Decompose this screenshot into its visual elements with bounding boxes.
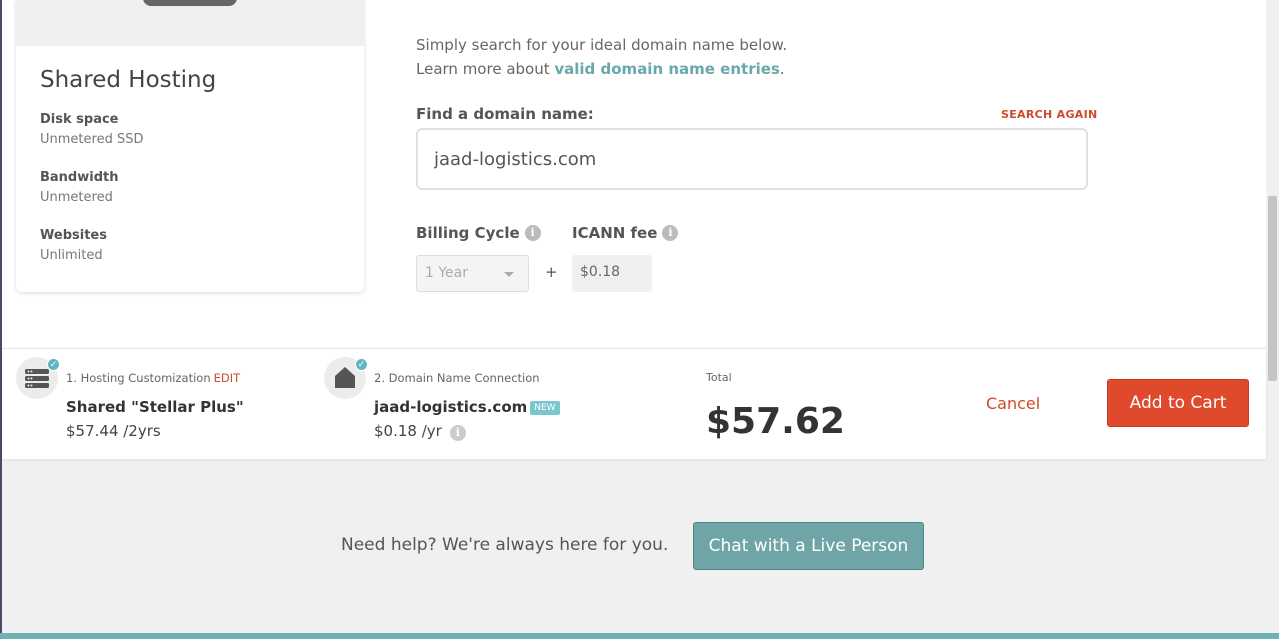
spec-websites: Websites Unlimited: [40, 228, 107, 263]
chevron-down-icon: [504, 272, 514, 277]
icann-fee-value: $0.18: [580, 264, 621, 280]
hosting-plan-card: Shared Hosting Disk space Unmetered SSD …: [16, 0, 364, 292]
spec-disk-space: Disk space Unmetered SSD: [40, 112, 143, 147]
check-icon: ✓: [47, 358, 60, 371]
domain-name-text: jaad-logistics.com: [374, 398, 528, 416]
icann-fee-field: $0.18: [572, 255, 652, 292]
find-domain-label: Find a domain name:: [416, 105, 594, 123]
intro-suffix: .: [779, 60, 785, 78]
spec-bandwidth: Bandwidth Unmetered: [40, 170, 118, 205]
hosting-plan-name: Shared "Stellar Plus": [66, 398, 244, 416]
total-label: Total: [706, 371, 732, 384]
icann-fee-label: ICANN fee i: [572, 224, 679, 242]
total-value: $57.62: [706, 401, 845, 442]
card-header-area: [16, 0, 364, 46]
domain-name-summary: jaad-logistics.com NEW: [374, 398, 560, 416]
spec-value: Unmetered SSD: [40, 132, 144, 147]
intro-line-2: Learn more about valid domain name entri…: [416, 57, 787, 81]
billing-cycle-value: 1 Year: [425, 265, 468, 281]
check-icon: ✓: [355, 358, 368, 371]
domain-search-input[interactable]: [416, 128, 1088, 190]
spec-label: Websites: [40, 228, 107, 243]
domain-price-text: $0.18 /yr: [374, 422, 442, 440]
chat-live-person-button[interactable]: Chat with a Live Person: [693, 522, 924, 570]
step-2-title: 2. Domain Name Connection: [374, 371, 540, 385]
billing-cycle-text: Billing Cycle: [416, 224, 520, 242]
footer-strip: [0, 633, 1279, 639]
icann-fee-text: ICANN fee: [572, 224, 658, 242]
card-header-button[interactable]: [143, 0, 237, 6]
new-badge: NEW: [530, 401, 560, 415]
intro-prefix: Learn more about: [416, 60, 555, 78]
info-icon[interactable]: i: [524, 225, 541, 241]
billing-cycle-label: Billing Cycle i: [416, 224, 541, 242]
hosting-plan-price: $57.44 /2yrs: [66, 422, 161, 440]
spec-value: Unlimited: [40, 248, 103, 263]
info-icon[interactable]: i: [662, 225, 679, 241]
step-1-title: 1. Hosting Customization EDIT: [66, 371, 240, 385]
plan-title: Shared Hosting: [40, 67, 217, 93]
info-icon[interactable]: i: [449, 425, 466, 441]
add-to-cart-button[interactable]: Add to Cart: [1107, 379, 1249, 427]
scrollbar-thumb[interactable]: [1268, 196, 1277, 381]
plus-sign: +: [545, 263, 558, 281]
valid-domain-entries-link[interactable]: valid domain name entries: [554, 60, 779, 78]
spec-label: Disk space: [40, 112, 119, 127]
spec-label: Bandwidth: [40, 170, 119, 185]
domain-price: $0.18 /yr i: [374, 422, 466, 441]
step-1-title-text: 1. Hosting Customization: [66, 371, 211, 385]
order-summary-bar: ✓ 1. Hosting Customization EDIT Shared "S…: [2, 348, 1266, 459]
spec-value: Unmetered: [40, 190, 113, 205]
cancel-link[interactable]: Cancel: [986, 394, 1040, 413]
search-again-link[interactable]: SEARCH AGAIN: [1001, 108, 1097, 121]
help-text: Need help? We're always here for you.: [341, 535, 669, 555]
billing-cycle-select[interactable]: 1 Year: [416, 255, 529, 292]
window-edge: [0, 0, 2, 639]
edit-hosting-link[interactable]: EDIT: [214, 371, 241, 385]
intro-line-1: Simply search for your ideal domain name…: [416, 36, 788, 54]
search-intro: Simply search for your ideal domain name…: [416, 33, 787, 81]
